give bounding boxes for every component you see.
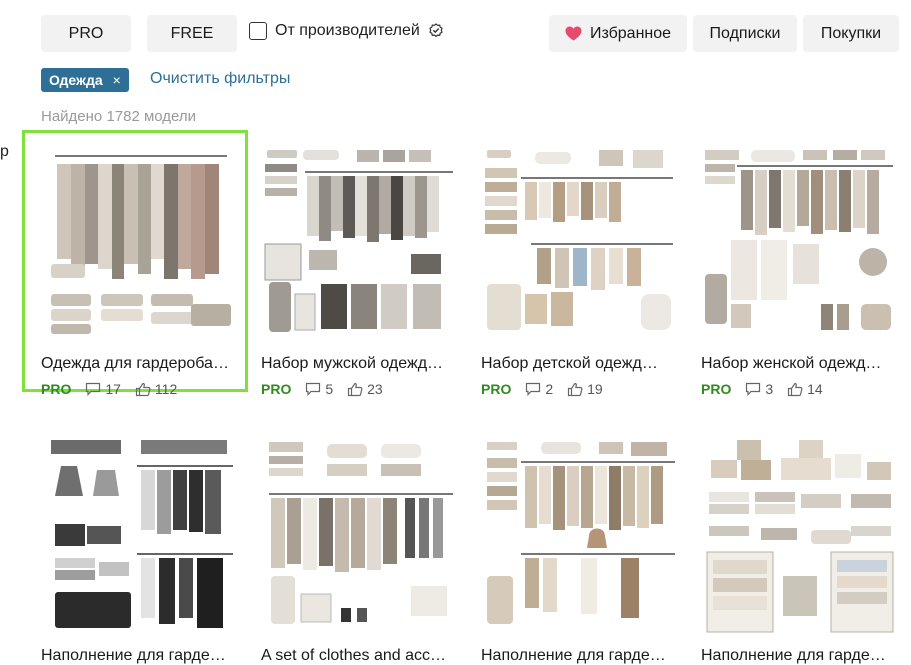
thumbs-up-icon: [135, 382, 151, 396]
purchases-button[interactable]: Покупки: [803, 15, 899, 52]
model-thumbnail[interactable]: [41, 436, 241, 636]
likes-value: 112: [154, 381, 178, 397]
clipped-sidebar-text: р: [0, 143, 9, 160]
model-title[interactable]: Набор мужской одежд…: [261, 355, 461, 373]
likes-count: 14: [787, 381, 823, 397]
model-card[interactable]: Набор мужской одежд… PRO 5 23: [261, 144, 471, 397]
likes-count: 23: [347, 381, 383, 397]
manufacturer-filter[interactable]: От производителей: [249, 22, 444, 40]
pro-badge: PRO: [41, 381, 72, 397]
favorites-button[interactable]: Избранное: [549, 15, 687, 52]
model-meta: PRO 3 14: [701, 381, 823, 397]
comments-count: 5: [305, 381, 333, 397]
comments-value: 17: [105, 381, 121, 397]
model-thumbnail[interactable]: [41, 144, 241, 344]
clear-filters-link[interactable]: Очистить фильтры: [150, 70, 290, 88]
model-title[interactable]: Наполнение для гарде…: [41, 647, 241, 665]
model-card[interactable]: Набор детской одежд… PRO 2 19: [481, 144, 691, 397]
free-filter-button[interactable]: FREE: [147, 15, 237, 52]
model-thumbnail[interactable]: [261, 144, 461, 344]
comments-value: 5: [325, 381, 334, 397]
model-title[interactable]: Набор детской одежд…: [481, 355, 681, 373]
model-card[interactable]: Наполнение для гарде…: [481, 436, 691, 665]
likes-count: 19: [567, 381, 603, 397]
likes-count: 112: [135, 381, 177, 397]
comments-value: 3: [765, 381, 774, 397]
model-thumbnail[interactable]: [701, 436, 901, 636]
active-filter-label: Одежда: [49, 72, 103, 88]
model-title[interactable]: Набор женской одежд…: [701, 355, 901, 373]
model-thumbnail[interactable]: [481, 436, 681, 636]
likes-value: 14: [807, 381, 823, 397]
model-meta: PRO 17 112: [41, 381, 177, 397]
comments-count: 2: [525, 381, 553, 397]
pro-badge: PRO: [261, 381, 292, 397]
favorites-label: Избранное: [589, 24, 672, 42]
pro-filter-button[interactable]: PRO: [41, 15, 131, 52]
model-card[interactable]: A set of clothes and acc…: [261, 436, 471, 665]
model-title[interactable]: A set of clothes and acc…: [261, 647, 461, 665]
model-thumbnail[interactable]: [481, 144, 681, 344]
model-thumbnail[interactable]: [261, 436, 461, 636]
active-filter-chip[interactable]: Одежда ×: [41, 68, 129, 92]
thumbs-up-icon: [788, 382, 803, 396]
model-card[interactable]: Наполнение для гарде…: [701, 436, 911, 665]
thumbs-up-icon: [568, 382, 583, 396]
comment-icon: [86, 382, 101, 396]
model-meta: PRO 5 23: [261, 381, 383, 397]
heart-icon: [565, 26, 582, 41]
model-meta: PRO 2 19: [481, 381, 603, 397]
remove-filter-icon[interactable]: ×: [113, 72, 121, 88]
comment-icon: [526, 382, 541, 396]
results-count: Найдено 1782 модели: [41, 108, 197, 125]
comments-count: 3: [745, 381, 773, 397]
pro-badge: PRO: [701, 381, 732, 397]
model-thumbnail[interactable]: [701, 144, 901, 344]
verified-badge-icon: [429, 23, 443, 38]
comments-value: 2: [545, 381, 554, 397]
thumbs-up-icon: [348, 382, 363, 396]
manufacturer-label: От производителей: [275, 22, 420, 39]
model-title[interactable]: Одежда для гардероба…: [41, 355, 241, 373]
subscriptions-button[interactable]: Подписки: [693, 15, 797, 52]
manufacturer-checkbox[interactable]: [249, 22, 267, 40]
model-card[interactable]: Одежда для гардероба… PRO 17 112: [41, 144, 251, 397]
likes-value: 19: [587, 381, 603, 397]
comment-icon: [306, 382, 321, 396]
top-filter-bar: PRO FREE От производителей Избранное Под…: [0, 0, 911, 66]
pro-badge: PRO: [481, 381, 512, 397]
model-card[interactable]: Наполнение для гарде…: [41, 436, 251, 665]
comment-icon: [746, 382, 761, 396]
model-title[interactable]: Наполнение для гарде…: [701, 647, 901, 665]
model-title[interactable]: Наполнение для гарде…: [481, 647, 681, 665]
likes-value: 23: [367, 381, 383, 397]
model-card[interactable]: Набор женской одежд… PRO 3 14: [701, 144, 911, 397]
comments-count: 17: [85, 381, 121, 397]
